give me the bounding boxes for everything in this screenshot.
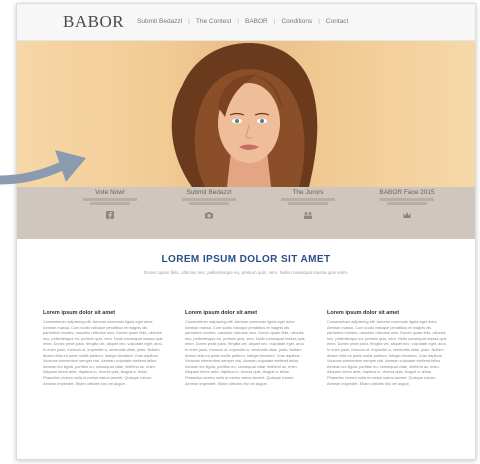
jurors-icon[interactable] (303, 210, 313, 220)
site-header: BABOR Submit Bedazzl | The Contest | BAB… (17, 4, 475, 41)
babor-logo[interactable]: BABOR (63, 12, 124, 32)
content-column: Lorem ipsum dolor sit amet Consectetuer … (327, 310, 447, 386)
crown-icon[interactable] (402, 210, 412, 220)
column-title: Lorem ipsum dolor sit amet (43, 310, 116, 316)
content-column: Lorem ipsum dolor sit amet Consectetuer … (185, 310, 305, 386)
band-item-subtext (281, 198, 335, 201)
band-item-title: BABOR Face 2015 (379, 189, 435, 196)
band-item-jurors[interactable]: The Jurors (263, 189, 353, 220)
band-item-subtext (380, 198, 434, 201)
facebook-icon[interactable] (105, 210, 115, 220)
column-body: Consectetuer adipiscing elit. Aenean com… (185, 319, 305, 386)
nav-item-conditions[interactable]: Conditions (281, 18, 312, 25)
band-item-subtext (90, 202, 130, 205)
column-body: Consectetuer adipiscing elit. Aenean com… (43, 319, 163, 386)
nav-item-submit-bedazzl[interactable]: Submit Bedazzl (137, 18, 182, 25)
nav-divider: | (237, 18, 239, 25)
nav-item-contact[interactable]: Contact (326, 18, 348, 25)
band-item-title: Vote Now! (95, 189, 125, 196)
browser-page: BABOR Submit Bedazzl | The Contest | BAB… (16, 3, 476, 460)
nav-divider: | (318, 18, 320, 25)
lead-text: Donec quam felis, ultricies nec, pellent… (143, 270, 349, 275)
column-title: Lorem ipsum dolor sit amet (185, 310, 258, 316)
nav-divider: | (188, 18, 190, 25)
band-item-title: The Jurors (292, 189, 324, 196)
band-item-subtext (288, 202, 328, 205)
pointer-arrow-icon (0, 150, 86, 185)
main-nav: Submit Bedazzl | The Contest | BABOR | C… (137, 18, 348, 25)
band-item-subtext (83, 198, 137, 201)
nav-item-babor[interactable]: BABOR (245, 18, 268, 25)
band-item-title: Submit Bedazzl (186, 189, 232, 196)
band-item-subtext (189, 202, 229, 205)
nav-item-the-contest[interactable]: The Contest (196, 18, 231, 25)
content-column: Lorem ipsum dolor sit amet Consectetuer … (43, 310, 163, 386)
band-item-babor-face[interactable]: BABOR Face 2015 (362, 189, 452, 220)
nav-divider: | (273, 18, 276, 25)
column-title: Lorem ipsum dolor sit amet (327, 310, 400, 316)
band-item-vote[interactable]: Vote Now! (65, 189, 155, 220)
column-body: Consectetuer adipiscing elit. Aenean com… (327, 319, 447, 386)
band-item-subtext (182, 198, 236, 201)
band-item-subtext (387, 202, 427, 205)
page-title: LOREM IPSUM DOLOR SIT AMET (161, 254, 331, 265)
feature-band: Vote Now! Submit Bedazzl The Jurors BABO… (17, 187, 475, 239)
camera-icon[interactable] (204, 210, 214, 220)
band-item-submit[interactable]: Submit Bedazzl (164, 189, 254, 220)
